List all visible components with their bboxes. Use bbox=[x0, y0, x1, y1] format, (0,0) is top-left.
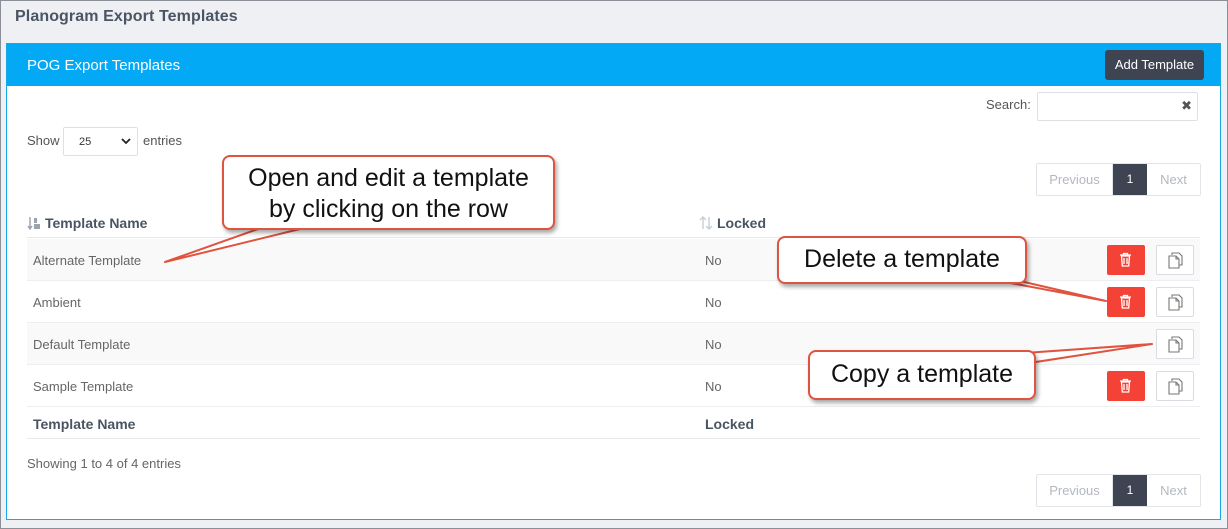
copy-callout: Copy a template bbox=[808, 350, 1036, 400]
delete-callout: Delete a template bbox=[777, 236, 1027, 284]
edit-row-callout: Open and edit a template by clicking on … bbox=[222, 155, 555, 230]
edit-callout-line-2: by clicking on the row bbox=[268, 195, 508, 223]
delete-callout-pointer bbox=[999, 280, 1107, 302]
edit-callout-line-1: Open and edit a template bbox=[248, 164, 529, 192]
callout-pointers bbox=[164, 228, 1153, 367]
edit-callout-pointer bbox=[164, 228, 301, 263]
